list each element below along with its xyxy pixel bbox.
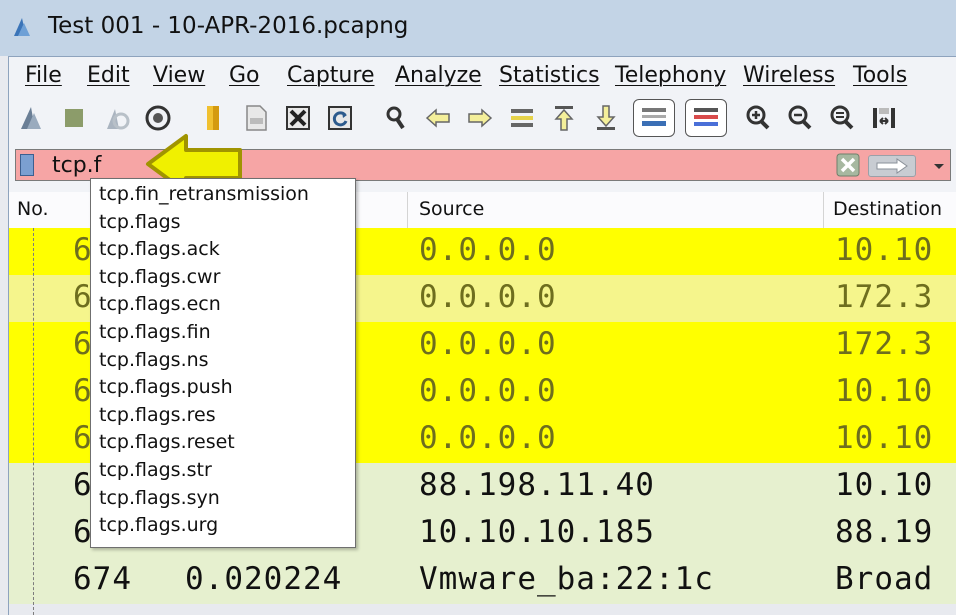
stop-capture-icon bbox=[65, 109, 83, 127]
menu-telephony[interactable]: Telephony bbox=[615, 63, 726, 88]
packet-source-cell: 0.0.0.0 bbox=[419, 232, 557, 268]
packet-destination-cell: 88.19 bbox=[835, 514, 934, 550]
packet-destination-cell: 10.10 bbox=[835, 373, 934, 409]
restart-capture-icon bbox=[107, 109, 130, 130]
packet-source-cell: 0.0.0.0 bbox=[419, 326, 557, 362]
column-destination[interactable]: Destination bbox=[833, 198, 942, 220]
menu-edit[interactable]: Edit bbox=[87, 63, 130, 88]
packet-row[interactable]: 674 0.020224 Vmware_ba:22:1c Broad bbox=[9, 557, 956, 604]
column-no[interactable]: No. bbox=[17, 198, 49, 220]
zoom-in-button[interactable] bbox=[741, 99, 775, 137]
auto-scroll-icon bbox=[642, 108, 666, 126]
autocomplete-item[interactable]: tcp.flags.res bbox=[99, 404, 216, 426]
go-back-button[interactable] bbox=[421, 99, 455, 137]
stop-capture-button[interactable] bbox=[57, 99, 91, 137]
apply-arrow-icon bbox=[876, 158, 908, 174]
autocomplete-item[interactable]: tcp.flags.urg bbox=[99, 514, 218, 536]
packet-destination-cell: 10.10 bbox=[835, 420, 934, 456]
window-title: Test 001 - 10-APR-2016.pcapng bbox=[48, 13, 409, 39]
open-file-icon bbox=[207, 106, 219, 130]
apply-filter-button[interactable] bbox=[868, 155, 916, 177]
packet-destination-cell: Broad bbox=[835, 561, 934, 597]
packet-source-cell: 88.198.11.40 bbox=[419, 467, 655, 503]
filter-autocomplete-list: tcp.fin_retransmission tcp.flags tcp.flags… bbox=[90, 178, 356, 548]
menu-statistics[interactable]: Statistics bbox=[499, 63, 600, 88]
first-packet-icon bbox=[554, 106, 574, 131]
packet-source-cell: 0.0.0.0 bbox=[419, 279, 557, 315]
autocomplete-item[interactable]: tcp.flags.reset bbox=[99, 431, 235, 453]
autocomplete-item[interactable]: tcp.flags.syn bbox=[99, 487, 220, 509]
title-bar: Test 001 - 10-APR-2016.pcapng bbox=[0, 0, 956, 56]
menu-view[interactable]: View bbox=[153, 63, 205, 88]
reload-file-button[interactable] bbox=[323, 99, 357, 137]
find-packet-icon bbox=[386, 106, 405, 130]
packet-destination-cell: 172.3 bbox=[835, 326, 934, 362]
go-to-packet-button[interactable] bbox=[505, 99, 539, 137]
zoom-in-icon bbox=[746, 105, 770, 130]
zoom-out-button[interactable] bbox=[783, 99, 817, 137]
last-packet-button[interactable] bbox=[589, 99, 623, 137]
go-to-packet-icon bbox=[511, 109, 533, 127]
packet-destination-cell: 172.3 bbox=[835, 279, 934, 315]
autocomplete-item[interactable]: tcp.fin_retransmission bbox=[99, 183, 309, 205]
reload-file-icon bbox=[328, 106, 352, 130]
column-divider[interactable] bbox=[407, 192, 408, 228]
colorize-icon bbox=[694, 108, 718, 126]
autocomplete-item[interactable]: tcp.flags.fin bbox=[99, 321, 211, 343]
close-file-icon bbox=[286, 106, 310, 130]
autocomplete-item[interactable]: tcp.flags bbox=[99, 211, 181, 233]
menu-analyze[interactable]: Analyze bbox=[395, 63, 482, 88]
last-packet-icon bbox=[596, 105, 616, 130]
autocomplete-item[interactable]: tcp.flags.push bbox=[99, 376, 233, 398]
menu-file[interactable]: File bbox=[25, 63, 62, 88]
column-divider[interactable] bbox=[823, 192, 824, 228]
start-capture-button[interactable] bbox=[15, 99, 49, 137]
autocomplete-item[interactable]: tcp.flags.str bbox=[99, 459, 212, 481]
menu-capture[interactable]: Capture bbox=[287, 63, 374, 88]
packet-time-cell: 0.020224 bbox=[185, 561, 343, 597]
zoom-out-icon bbox=[788, 105, 812, 130]
menu-tools[interactable]: Tools bbox=[853, 63, 907, 88]
packet-destination-cell: 10.10 bbox=[835, 467, 934, 503]
packet-no-cell: 674 bbox=[73, 561, 132, 597]
packet-source-cell: 0.0.0.0 bbox=[419, 373, 557, 409]
packet-source-cell: Vmware_ba:22:1c bbox=[419, 561, 714, 597]
autocomplete-item[interactable]: tcp.flags.cwr bbox=[99, 266, 220, 288]
autocomplete-item[interactable]: tcp.flags.ecn bbox=[99, 293, 221, 315]
menu-go[interactable]: Go bbox=[229, 63, 260, 88]
auto-scroll-button[interactable] bbox=[633, 99, 675, 137]
menu-bar: File Edit View Go Capture Analyze Statis… bbox=[8, 56, 956, 95]
resize-columns-icon bbox=[873, 108, 895, 128]
go-forward-icon bbox=[468, 108, 493, 128]
packet-destination-cell: 10.10 bbox=[835, 232, 934, 268]
normal-size-button[interactable] bbox=[825, 99, 859, 137]
first-packet-button[interactable] bbox=[547, 99, 581, 137]
menu-wireless[interactable]: Wireless bbox=[743, 63, 835, 88]
packet-source-cell: 10.10.10.185 bbox=[419, 514, 655, 550]
clear-filter-icon[interactable] bbox=[836, 153, 860, 177]
packet-tree-line bbox=[33, 228, 34, 615]
filter-bookmark-icon[interactable] bbox=[20, 154, 34, 176]
packet-source-cell: 0.0.0.0 bbox=[419, 420, 557, 456]
colorize-button[interactable] bbox=[685, 99, 727, 137]
filter-history-dropdown-icon[interactable] bbox=[928, 154, 950, 178]
restart-capture-button[interactable] bbox=[99, 99, 133, 137]
go-back-icon bbox=[425, 108, 450, 128]
column-source[interactable]: Source bbox=[419, 198, 484, 220]
go-forward-button[interactable] bbox=[463, 99, 497, 137]
wireshark-fin-icon bbox=[14, 18, 30, 36]
normal-size-icon bbox=[830, 105, 854, 130]
save-file-icon bbox=[246, 105, 267, 131]
find-packet-button[interactable] bbox=[379, 99, 413, 137]
autocomplete-item[interactable]: tcp.flags.ack bbox=[99, 238, 220, 260]
autocomplete-item[interactable]: tcp.flags.ns bbox=[99, 349, 209, 371]
close-file-button[interactable] bbox=[281, 99, 315, 137]
start-capture-icon bbox=[21, 107, 41, 129]
capture-options-icon bbox=[145, 105, 171, 131]
resize-columns-button[interactable] bbox=[867, 99, 901, 137]
